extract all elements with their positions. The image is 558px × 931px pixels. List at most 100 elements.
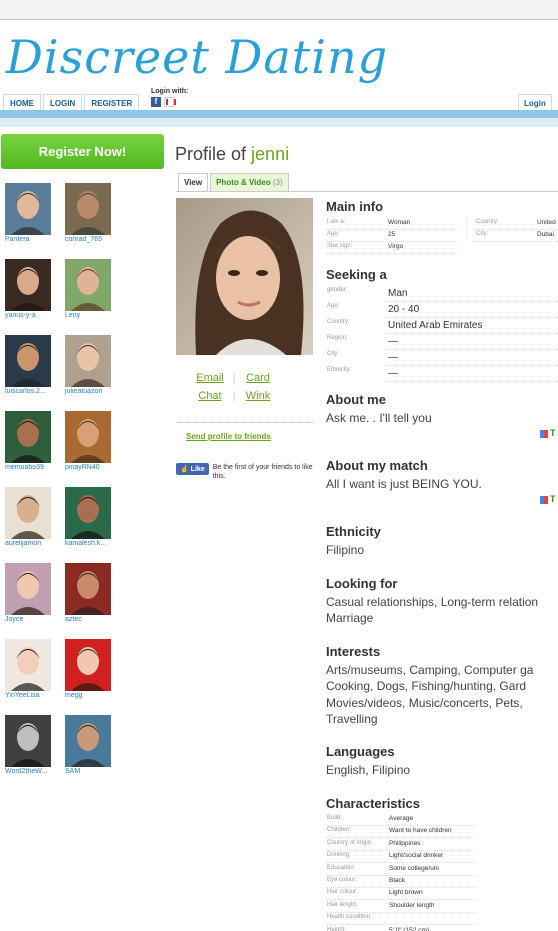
- member-name[interactable]: yanus-y-a: [5, 312, 63, 319]
- seeking-heading: Seeking a: [326, 267, 387, 282]
- looking-for-line: Marriage: [326, 611, 374, 625]
- characteristic-label: Height:: [327, 926, 347, 931]
- member-card[interactable]: Pantera: [5, 183, 63, 243]
- wink-link[interactable]: Wink: [238, 390, 278, 402]
- translate-button[interactable]: T: [540, 428, 556, 438]
- member-card[interactable]: aztec: [65, 563, 123, 623]
- profile-photo[interactable]: [176, 198, 313, 355]
- looking-for-line: Casual relationships, Long-term relation: [326, 595, 539, 609]
- member-photo[interactable]: [5, 487, 51, 539]
- member-card[interactable]: kamalesh.k...: [65, 487, 123, 547]
- member-photo[interactable]: [65, 639, 111, 691]
- main-info-label: Age:: [327, 231, 340, 237]
- member-photo[interactable]: [65, 183, 111, 235]
- seeking-value: —: [388, 368, 398, 379]
- member-card[interactable]: Leny: [65, 259, 123, 319]
- social-login: f: [151, 97, 176, 107]
- facebook-like-button[interactable]: ☝ Like: [176, 463, 209, 475]
- member-card[interactable]: Joyce: [5, 563, 63, 623]
- title-prefix: Profile of: [175, 144, 252, 164]
- main-info-value: 25: [388, 231, 396, 238]
- characteristic-label: Children:: [327, 827, 352, 834]
- characteristic-value: Light brown: [389, 889, 423, 897]
- characteristic-value: Average: [389, 815, 414, 822]
- member-name[interactable]: Joyce: [5, 616, 63, 623]
- main-info-value: Virgo: [388, 243, 404, 250]
- row-divider: [326, 874, 476, 876]
- tab-divider: [176, 191, 558, 192]
- fb-like-text: Be the first of your friends to like thi…: [212, 464, 313, 480]
- member-card[interactable]: conrad_765: [65, 183, 123, 243]
- characteristic-value: Light/social drinker: [389, 852, 444, 860]
- member-photo[interactable]: [65, 487, 111, 539]
- member-card[interactable]: memoabo39: [5, 411, 63, 471]
- member-card[interactable]: luiscarlos.2...: [5, 335, 63, 395]
- member-photo[interactable]: [65, 335, 111, 387]
- row-divider: [386, 301, 558, 302]
- row-divider: [326, 825, 476, 826]
- photo-count: (3): [272, 178, 283, 187]
- member-photo[interactable]: [5, 411, 51, 463]
- main-info-label: Star sign:: [327, 243, 353, 249]
- action-separator: |: [232, 390, 236, 402]
- tab-photo-video[interactable]: Photo & Video (3): [210, 173, 289, 191]
- member-photo[interactable]: [5, 715, 51, 767]
- row-divider: [326, 849, 476, 851]
- member-name[interactable]: aztec: [65, 616, 123, 623]
- member-name[interactable]: Pantera: [5, 236, 63, 243]
- chat-link[interactable]: Chat: [190, 390, 230, 402]
- main-info-value: Dubai: [537, 231, 554, 238]
- row-divider: [386, 365, 558, 366]
- languages-heading: Languages: [326, 744, 395, 759]
- member-card[interactable]: megg: [65, 639, 123, 699]
- member-card[interactable]: Word2theW...: [5, 715, 63, 775]
- member-name[interactable]: megg: [65, 692, 123, 699]
- interests-line: Travelling: [326, 712, 378, 726]
- member-name[interactable]: memoabo39: [5, 464, 63, 471]
- member-card[interactable]: aurelijamon: [5, 487, 63, 547]
- member-name[interactable]: conrad_765: [65, 236, 123, 243]
- tab-view[interactable]: View: [178, 173, 209, 191]
- seeking-label: gender:: [327, 287, 348, 293]
- member-name[interactable]: pinayRN40: [65, 464, 123, 471]
- member-photo[interactable]: [65, 259, 111, 311]
- seeking-value: United Arab Emirates: [388, 320, 483, 331]
- register-now-button[interactable]: Register Now!: [1, 134, 164, 169]
- member-name[interactable]: julieatuazon: [65, 388, 123, 395]
- member-photo[interactable]: [5, 183, 51, 235]
- member-card[interactable]: pinayRN40: [65, 411, 123, 471]
- member-photo[interactable]: [5, 259, 51, 311]
- card-link[interactable]: Card: [238, 372, 278, 384]
- member-photo[interactable]: [65, 715, 111, 767]
- member-card[interactable]: SAM: [65, 715, 123, 775]
- member-photo[interactable]: [65, 411, 111, 463]
- member-photo[interactable]: [5, 639, 51, 691]
- member-name[interactable]: Word2theW...: [5, 768, 63, 775]
- member-name[interactable]: luiscarlos.2...: [5, 388, 63, 395]
- gmail-icon[interactable]: [164, 97, 176, 107]
- email-link[interactable]: Email: [190, 372, 230, 384]
- characteristic-value: Some college/uni: [389, 864, 439, 872]
- member-card[interactable]: yanus-y-a: [5, 259, 63, 319]
- member-photo[interactable]: [65, 563, 111, 615]
- member-name[interactable]: aurelijamon: [5, 540, 63, 547]
- send-profile-link[interactable]: Send profile to friends: [186, 432, 271, 441]
- member-photo[interactable]: [5, 335, 51, 387]
- characteristic-label: Health condition:: [327, 914, 372, 921]
- member-name[interactable]: SAM: [65, 768, 123, 775]
- translate-button[interactable]: T: [540, 494, 556, 504]
- facebook-icon[interactable]: f: [151, 97, 161, 107]
- tab-photo-label: Photo & Video: [216, 178, 271, 187]
- member-card[interactable]: YinYeeLisa: [5, 639, 63, 699]
- member-name[interactable]: YinYeeLisa: [5, 692, 63, 699]
- row-divider: [326, 887, 476, 888]
- site-logo[interactable]: Discreet Dating: [6, 30, 388, 84]
- member-name[interactable]: Leny: [65, 312, 123, 319]
- ethnicity-text: Filipino: [326, 543, 365, 557]
- member-photo[interactable]: [5, 563, 51, 615]
- profile-username: jenni: [251, 144, 290, 164]
- header-band-light: [0, 118, 558, 127]
- member-name[interactable]: kamalesh.k...: [65, 540, 123, 547]
- characteristic-label: Build:: [327, 815, 343, 821]
- member-card[interactable]: julieatuazon: [65, 335, 123, 395]
